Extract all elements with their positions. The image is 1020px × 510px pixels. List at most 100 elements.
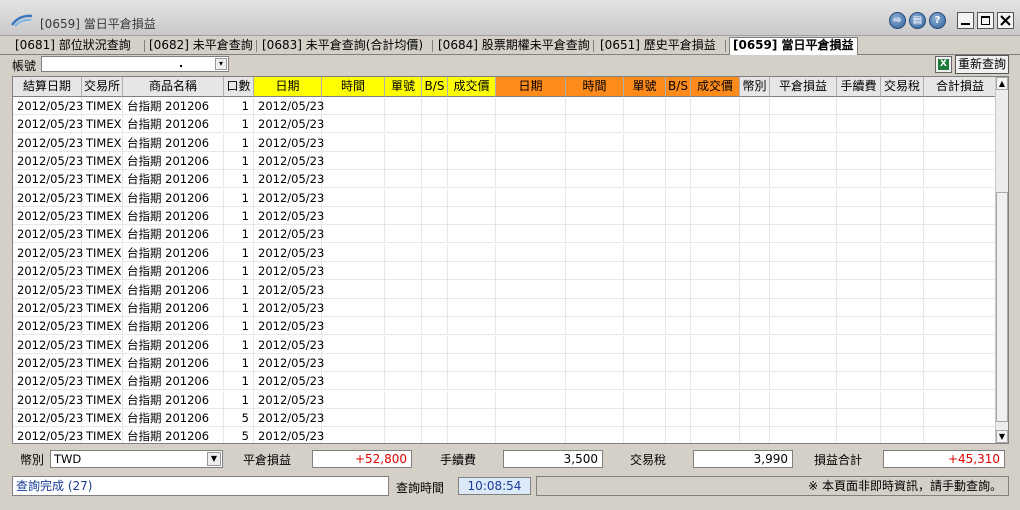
maximize-button[interactable] [977,12,994,29]
cell-empty [740,298,770,317]
cell-empty [496,280,566,299]
table-row[interactable]: 2012/05/23 TIMEX 台指期 201206 1 2012/05/23 [13,298,997,317]
table-row[interactable]: 2012/05/23 TIMEX 台指期 201206 5 2012/05/23 [13,408,997,427]
cell-open-date: 2012/05/23 [254,262,324,281]
column-header[interactable]: B/S [666,77,691,97]
table-row[interactable]: 2012/05/23 TIMEX 台指期 201206 1 2012/05/23 [13,133,997,152]
column-header[interactable]: 合計損益 [924,77,997,97]
close-button[interactable] [997,12,1014,29]
cell-product: 台指期 201206 [123,298,224,317]
scrollbar-thumb[interactable] [996,192,1008,422]
table-row[interactable]: 2012/05/23 TIMEX 台指期 201206 1 2012/05/23 [13,115,997,134]
column-header[interactable]: 時間 [566,77,624,97]
cell-qty: 1 [224,133,254,152]
cell-empty [666,133,691,152]
table-row[interactable]: 2012/05/23 TIMEX 台指期 201206 1 2012/05/23 [13,280,997,299]
cell-qty: 1 [224,317,254,336]
column-header[interactable]: 成交價 [691,77,740,97]
column-header[interactable]: 交易所 [82,77,123,97]
column-header[interactable]: 幣別 [740,77,770,97]
tab-0681[interactable]: [0681] 部位狀況查詢 [12,38,134,55]
cell-empty [385,427,422,443]
cell-empty [624,170,666,189]
help-icon[interactable]: ? [929,12,946,29]
cell-qty: 1 [224,243,254,262]
cell-empty [881,353,924,372]
tab-0682[interactable]: [0682] 未平倉查詢 [146,38,256,55]
table-row[interactable]: 2012/05/23 TIMEX 台指期 201206 1 2012/05/23 [13,372,997,391]
table-row[interactable]: 2012/05/23 TIMEX 台指期 201206 1 2012/05/23 [13,188,997,207]
tax-value: 3,990 [693,450,793,468]
column-header[interactable]: 單號 [385,77,422,97]
cell-qty: 1 [224,390,254,409]
account-combobox[interactable]: ▾ [41,56,229,72]
cell-product: 台指期 201206 [123,280,224,299]
cell-empty [385,207,422,226]
cell-empty [422,152,448,171]
cell-empty [322,152,385,171]
cell-empty [422,133,448,152]
column-header[interactable]: 商品名稱 [123,77,224,97]
cell-empty [422,372,448,391]
table-row[interactable]: 2012/05/23 TIMEX 台指期 201206 1 2012/05/23 [13,335,997,354]
scroll-down-icon[interactable]: ▼ [996,430,1008,443]
table-row[interactable]: 2012/05/23 TIMEX 台指期 201206 1 2012/05/23 [13,152,997,171]
cell-settle-date: 2012/05/23 [13,225,83,244]
column-header[interactable]: 時間 [322,77,385,97]
export-excel-button[interactable]: X [935,56,952,73]
table-row[interactable]: 2012/05/23 TIMEX 台指期 201206 1 2012/05/23 [13,170,997,189]
cell-settle-date: 2012/05/23 [13,152,83,171]
table-row[interactable]: 2012/05/23 TIMEX 台指期 201206 1 2012/05/23 [13,225,997,244]
cell-exchange: TIMEX [82,262,123,281]
column-header[interactable]: B/S [422,77,448,97]
cell-empty [666,390,691,409]
tab-0684[interactable]: [0684] 股票期權未平倉查詢 [435,38,593,55]
cell-empty [385,390,422,409]
chevron-down-icon[interactable]: ▼ [207,452,221,466]
table-row[interactable]: 2012/05/23 TIMEX 台指期 201206 1 2012/05/23 [13,243,997,262]
tab-0659[interactable]: [0659] 當日平倉損益 [729,37,858,55]
cell-empty [691,188,740,207]
cell-empty [448,298,496,317]
cell-empty [691,170,740,189]
account-dropdown-arrow-icon[interactable]: ▾ [215,58,227,70]
cell-empty [924,225,997,244]
column-header[interactable]: 結算日期 [13,77,82,97]
print-icon[interactable]: ▤ [909,12,926,29]
column-header[interactable]: 交易稅 [881,77,924,97]
table-row[interactable]: 2012/05/23 TIMEX 台指期 201206 1 2012/05/23 [13,390,997,409]
cell-empty [422,335,448,354]
vertical-scrollbar[interactable]: ▲ ▼ [995,77,1008,443]
tab-0683[interactable]: [0683] 未平倉查詢(合計均價) [259,38,426,55]
cell-empty [496,298,566,317]
tab-bar: [0681] 部位狀況查詢 [0682] 未平倉查詢 [0683] 未平倉查詢(… [0,36,1020,55]
column-header[interactable]: 成交價 [448,77,496,97]
table-row[interactable]: 2012/05/23 TIMEX 台指期 201206 1 2012/05/23 [13,97,997,115]
pl-grid[interactable]: 結算日期 交易所 商品名稱 口數 日期 時間 單號 B/S 成交價 日期 時間 單號 B/S 成交價 幣別平… [12,76,1009,444]
cell-settle-date: 2012/05/23 [13,353,83,372]
table-row[interactable]: 2012/05/23 TIMEX 台指期 201206 5 2012/05/23 [13,427,997,443]
column-header[interactable]: 日期 [254,77,322,97]
column-header[interactable]: 日期 [496,77,566,97]
column-header[interactable]: 口數 [224,77,254,97]
table-row[interactable]: 2012/05/23 TIMEX 台指期 201206 1 2012/05/23 [13,207,997,226]
cell-empty [740,115,770,134]
cell-empty [322,390,385,409]
minimize-button[interactable] [957,12,974,29]
cell-empty [448,317,496,336]
table-row[interactable]: 2012/05/23 TIMEX 台指期 201206 1 2012/05/23 [13,353,997,372]
column-header[interactable]: 平倉損益 [770,77,837,97]
cell-empty [496,317,566,336]
scroll-up-icon[interactable]: ▲ [996,77,1008,90]
requery-button[interactable]: 重新查詢 [955,55,1009,74]
table-row[interactable]: 2012/05/23 TIMEX 台指期 201206 1 2012/05/23 [13,317,997,336]
cell-empty [385,115,422,134]
column-header[interactable]: 單號 [624,77,666,97]
cell-empty [624,97,666,115]
table-row[interactable]: 2012/05/23 TIMEX 台指期 201206 1 2012/05/23 [13,262,997,281]
column-header[interactable]: 手續費 [837,77,881,97]
tab-0651[interactable]: [0651] 歷史平倉損益 [597,38,719,55]
detach-icon[interactable]: ⇨ [889,12,906,29]
cell-empty [740,372,770,391]
currency-select[interactable]: TWD ▼ [50,450,223,468]
